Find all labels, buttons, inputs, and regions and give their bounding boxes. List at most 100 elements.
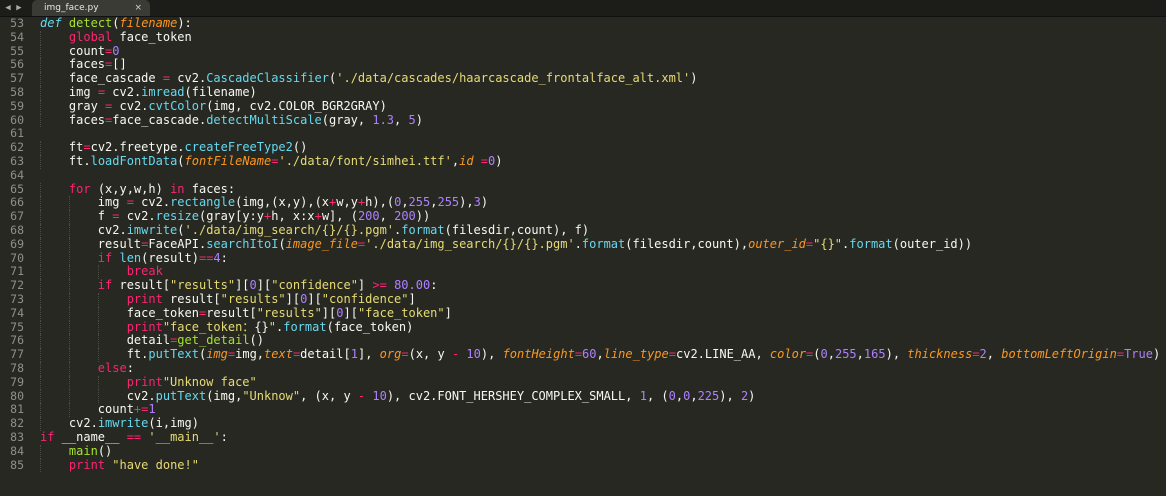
code-token: "{}" xyxy=(813,236,843,251)
code-line[interactable]: 76 detail=get_detail() xyxy=(0,333,1166,349)
code-token: (x, y xyxy=(408,347,452,362)
code-line[interactable]: 85 print "have done!" xyxy=(0,457,1166,473)
code-line[interactable]: 77 ft.putText (img = img,text = detail[1], or… xyxy=(0,347,1166,362)
code-text: if result["results"][0]["confidence"] >=… xyxy=(40,278,438,293)
code-line[interactable]: 71 break xyxy=(0,264,1166,280)
code-line[interactable]: 55 count=0 xyxy=(0,44,1166,59)
line-number: 75 xyxy=(10,319,24,334)
code-text: result=FaceAPI.searchItoI(image_file='./… xyxy=(40,236,973,252)
code-line[interactable]: 73 print result["results"][0]["confidenc… xyxy=(0,291,1166,307)
code-token: , xyxy=(675,388,684,403)
code-line[interactable]: 79 print"Unknow face" xyxy=(0,374,1166,390)
code-token: , xyxy=(986,347,1002,362)
code-line[interactable]: 81 count+=1 xyxy=(0,402,1166,418)
code-line[interactable]: 64 xyxy=(0,168,1166,183)
tab-close-icon[interactable]: × xyxy=(134,0,142,16)
code-line[interactable]: 78 else: xyxy=(0,361,1166,376)
code-token: 0 xyxy=(249,278,257,293)
code-text: global face_token xyxy=(40,30,192,45)
code-token: CascadeClassifier xyxy=(206,71,330,86)
code-line[interactable]: 69 result=FaceAPI.searchItoI(image_file=… xyxy=(0,236,1166,252)
code-line[interactable]: 66 img = cv2.rectangle(img,(x,y),(x+w,y+… xyxy=(0,195,1166,211)
code-token: count xyxy=(97,402,134,417)
code-line[interactable]: 57 face_cascade = cv2.CascadeClassifier(… xyxy=(0,71,1166,86)
code-token: './data/font/simhei.ttf' xyxy=(278,153,452,168)
code-token: (outer_id)) xyxy=(892,236,973,251)
code-line[interactable]: 56 faces=[] xyxy=(0,57,1166,73)
code-line[interactable]: 59 gray = cv2.cvtColor(img, cv2.COLOR_BG… xyxy=(0,98,1166,114)
line-number: 85 xyxy=(10,457,24,472)
line-number: 61 xyxy=(10,126,24,141)
code-line[interactable]: 74 face_token=result["results"][0]["face… xyxy=(0,305,1166,321)
code-token: >= xyxy=(372,278,387,293)
code-token: 1.3 xyxy=(372,112,395,127)
code-line[interactable]: 63 ft.loadFontData(fontFileName = './data/… xyxy=(0,153,1166,169)
code-line[interactable]: 60 faces=face_cascade.detectMultiScale(g… xyxy=(0,112,1166,128)
tab-scroll-left-icon[interactable]: ◀ xyxy=(3,0,13,16)
code-line[interactable]: 75 print"face_token：{}".format(face_toke… xyxy=(0,319,1166,335)
code-text: f = cv2.resize(gray[y:y+h, x:x+w], (200,… xyxy=(40,209,431,224)
code-token: result[ xyxy=(206,305,257,320)
code-token: for xyxy=(68,181,91,196)
code-text: cv2.imwrite('./data/img_search/{}/{}.pgm… xyxy=(40,222,589,238)
code-token: face_cascade xyxy=(68,71,163,86)
line-number: 56 xyxy=(10,57,24,72)
code-line[interactable]: 84 main() xyxy=(0,444,1166,459)
code-line[interactable]: 80 cv2.putText(img,"Unknow", (x, y - 10)… xyxy=(0,388,1166,404)
code-line[interactable]: 58 img = cv2.imread(filename) xyxy=(0,85,1166,100)
code-token: (filesdir,count), xyxy=(625,236,749,251)
tab-scroll-right-icon[interactable]: ▶ xyxy=(14,0,24,16)
code-token: 10 xyxy=(466,347,481,362)
code-line[interactable]: 54 global face_token xyxy=(0,29,1166,45)
code-text: else: xyxy=(40,361,134,376)
code-text: print "have done!" xyxy=(40,458,199,473)
code-token: w], ( xyxy=(321,209,358,224)
code-token: ][ xyxy=(307,291,322,306)
code-token: len xyxy=(119,250,142,265)
code-token: cvtColor xyxy=(148,98,207,113)
code-token: (gray[y:y xyxy=(198,209,264,224)
code-token: fontHeight xyxy=(502,347,575,362)
code-token: ( xyxy=(278,236,286,251)
code-text: ft.putText(img=img,text=detail[1], org=(… xyxy=(40,347,1161,362)
code-token: get_detail xyxy=(177,333,250,348)
code-line[interactable]: 68 cv2.imwrite('./data/img_search/{}/{}.… xyxy=(0,222,1166,238)
code-line[interactable]: 72 if result["results"][0]["confidence"]… xyxy=(0,278,1166,293)
code-token: 0 xyxy=(820,347,828,362)
code-token: () xyxy=(292,140,308,155)
tab-img-face-py[interactable]: img_face.py × xyxy=(32,0,150,16)
code-token: cv2. xyxy=(126,388,156,403)
code-token: './data/img_search/{}/{}.pgm' xyxy=(365,236,575,251)
code-token: 60 xyxy=(582,347,597,362)
code-token: , xyxy=(401,195,409,210)
code-token: format xyxy=(401,222,445,237)
code-token: = xyxy=(401,347,409,362)
code-token: , (x, y xyxy=(300,388,358,403)
code-text: count=0 xyxy=(40,44,120,59)
code-token: 165 xyxy=(863,347,886,362)
code-token: putText xyxy=(148,347,199,362)
code-line[interactable]: 62 ft=cv2.freetype.createFreeType2() xyxy=(0,140,1166,155)
code-token: def xyxy=(40,16,62,30)
code-token: createFreeType2 xyxy=(184,140,293,155)
code-token: ft. xyxy=(68,153,91,168)
code-editor[interactable]: 53 def detect(filename): 54 global face_to… xyxy=(0,16,1166,496)
code-line[interactable]: 53 def detect(filename): xyxy=(0,16,1166,31)
code-token: face_token xyxy=(126,305,199,320)
code-line[interactable]: 61 xyxy=(0,127,1166,141)
code-token: )) xyxy=(415,209,431,224)
code-line[interactable]: 82 cv2.imwrite(i,img) xyxy=(0,416,1166,431)
code-line[interactable]: 67 f = cv2.resize(gray[y:y+h, x:x+w], (2… xyxy=(0,209,1166,224)
code-token: cv2. xyxy=(119,209,156,224)
line-number: 54 xyxy=(10,29,24,44)
code-line[interactable]: 65 for (x,y,w,h) in faces: xyxy=(0,181,1166,197)
code-line[interactable]: 83 if __name__ == '__main__': xyxy=(0,430,1166,445)
code-token: text xyxy=(264,347,293,362)
code-line[interactable]: 70 if len(result)==4: xyxy=(0,250,1166,266)
code-token: outer_id xyxy=(748,236,806,251)
code-token: "results" xyxy=(170,278,236,293)
code-token: 80.00 xyxy=(394,278,431,293)
code-text: for (x,y,w,h) in faces: xyxy=(40,181,235,197)
code-token: "Unknow face" xyxy=(162,374,257,389)
